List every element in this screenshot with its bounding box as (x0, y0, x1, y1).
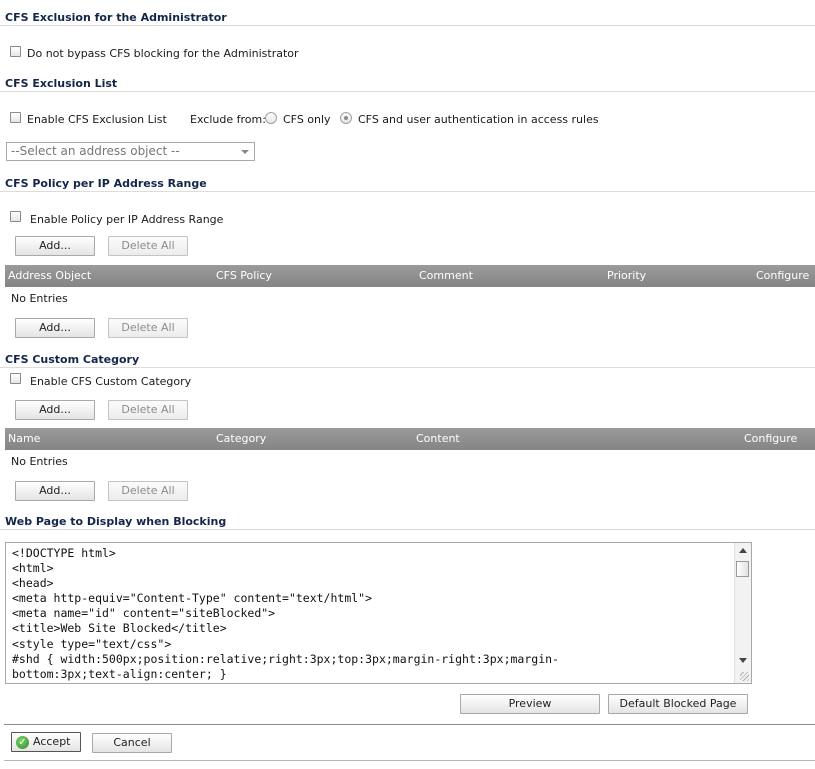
accept-button[interactable]: ✓ Accept (11, 732, 81, 752)
cfs-and-auth-label: CFS and user authentication in access ru… (358, 113, 599, 126)
bypass-admin-label: Do not bypass CFS blocking for the Admin… (27, 47, 299, 60)
admin-exclusion-title: CFS Exclusion for the Administrator (5, 11, 227, 24)
resize-grip-icon[interactable] (740, 672, 749, 681)
custom-category-title: CFS Custom Category (5, 353, 140, 366)
ip-range-add-button[interactable]: Add... (15, 318, 95, 338)
ip-range-delete-all-button-top[interactable]: Delete All (108, 236, 188, 256)
textarea-scrollbar[interactable] (734, 543, 751, 683)
column-header-cfs-policy[interactable]: CFS Policy (216, 269, 272, 282)
ip-range-delete-all-button[interactable]: Delete All (108, 318, 188, 338)
accept-button-label: Accept (33, 735, 71, 748)
column-header-configure: Configure (744, 432, 798, 445)
enable-custom-category-checkbox[interactable] (10, 373, 21, 384)
cfs-and-auth-radio[interactable] (340, 112, 352, 124)
check-circle-icon: ✓ (16, 736, 29, 749)
enable-exclusion-list-label: Enable CFS Exclusion List (27, 113, 167, 126)
address-object-select-value: --Select an address object -- (11, 144, 180, 158)
custom-category-add-button[interactable]: Add... (15, 481, 95, 501)
column-header-category[interactable]: Category (216, 432, 266, 445)
column-header-address-object[interactable]: Address Object (8, 269, 91, 282)
column-header-content[interactable]: Content (416, 432, 460, 445)
ip-range-title: CFS Policy per IP Address Range (5, 177, 207, 190)
preview-button[interactable]: Preview (460, 694, 600, 714)
ip-range-add-button-top[interactable]: Add... (15, 236, 95, 256)
custom-category-empty-text: No Entries (11, 455, 68, 468)
column-header-name[interactable]: Name (8, 432, 40, 445)
footer-bottom-divider (4, 760, 815, 761)
cfs-only-radio[interactable] (265, 112, 277, 124)
divider (0, 25, 815, 26)
block-page-title: Web Page to Display when Blocking (5, 515, 227, 528)
exclusion-list-title: CFS Exclusion List (5, 77, 118, 90)
column-header-configure: Configure (756, 269, 810, 282)
enable-custom-category-label: Enable CFS Custom Category (30, 375, 192, 388)
exclude-from-label: Exclude from: (190, 113, 266, 126)
custom-category-delete-all-button-top[interactable]: Delete All (108, 400, 188, 420)
column-header-comment[interactable]: Comment (419, 269, 473, 282)
cancel-button[interactable]: Cancel (92, 733, 172, 753)
bypass-admin-checkbox[interactable] (10, 46, 21, 57)
ip-range-table-header: Address Object CFS Policy Comment Priori… (5, 265, 815, 287)
divider (0, 191, 815, 192)
custom-category-table-header: Name Category Content Configure (5, 428, 815, 450)
block-page-html-content[interactable]: <!DOCTYPE html> <html> <head> <meta http… (12, 546, 737, 682)
divider (0, 91, 815, 92)
scroll-down-arrow-icon[interactable] (739, 658, 747, 663)
custom-category-delete-all-button[interactable]: Delete All (108, 481, 188, 501)
custom-category-add-button-top[interactable]: Add... (15, 400, 95, 420)
divider (0, 529, 815, 530)
footer-divider (4, 724, 815, 725)
scroll-up-arrow-icon[interactable] (739, 548, 747, 553)
chevron-down-icon (241, 150, 249, 154)
address-object-select[interactable]: --Select an address object -- (6, 142, 255, 161)
scrollbar-thumb[interactable] (736, 561, 749, 577)
divider (0, 367, 815, 368)
ip-range-empty-text: No Entries (11, 292, 68, 305)
block-page-html-textarea[interactable]: <!DOCTYPE html> <html> <head> <meta http… (5, 542, 752, 684)
enable-ip-range-checkbox[interactable] (10, 211, 21, 222)
default-blocked-page-button[interactable]: Default Blocked Page (608, 694, 748, 714)
enable-ip-range-label: Enable Policy per IP Address Range (30, 213, 224, 226)
enable-exclusion-list-checkbox[interactable] (10, 112, 21, 123)
cfs-only-label: CFS only (283, 113, 331, 126)
column-header-priority[interactable]: Priority (607, 269, 646, 282)
